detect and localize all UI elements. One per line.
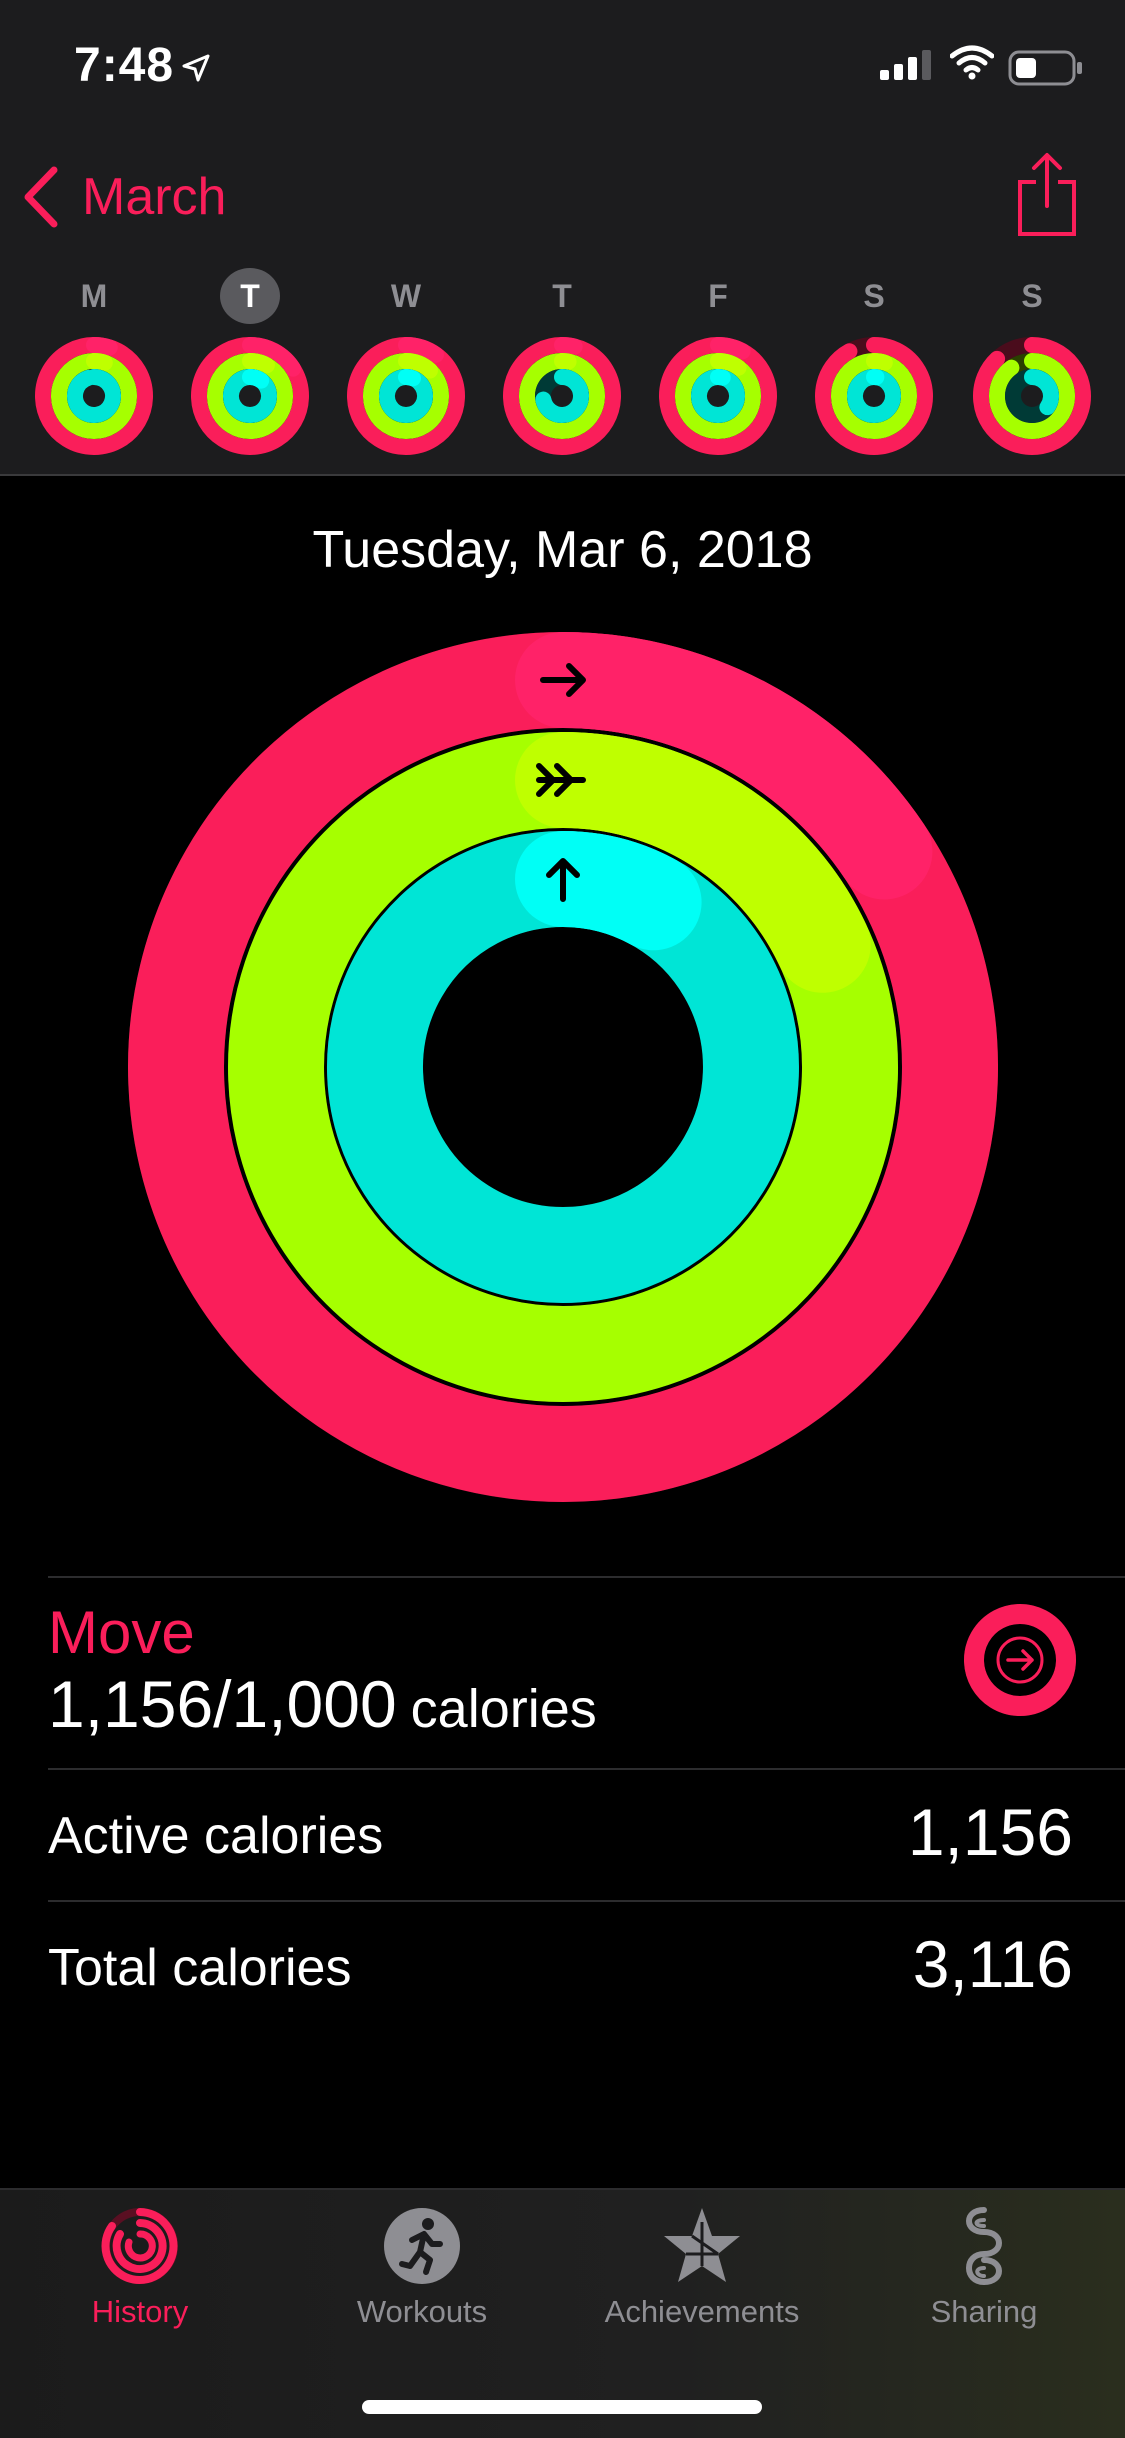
day-activity-rings	[972, 336, 1092, 456]
day-wednesday[interactable]: W	[336, 268, 476, 324]
stand-ring-progress	[75, 377, 113, 415]
stand-ring-overflow	[563, 879, 654, 902]
total-calories-value: 3,116	[913, 1926, 1073, 2002]
activity-rings	[128, 632, 998, 1502]
history-rings-icon	[100, 2206, 180, 2286]
day-label: T	[220, 268, 280, 324]
star-badge-icon	[662, 2206, 742, 2286]
day-tuesday[interactable]: T	[180, 268, 320, 324]
divider	[48, 1576, 1125, 1578]
day-label: W	[376, 268, 436, 324]
move-calories-value: 1,156/1,000	[48, 1667, 397, 1741]
active-calories-value: 1,156	[908, 1794, 1073, 1870]
day-monday[interactable]: M	[24, 268, 164, 324]
stand-ring-overflow	[718, 377, 723, 378]
day-activity-rings	[190, 336, 310, 456]
day-activity-rings	[658, 336, 778, 456]
tab-label: Sharing	[884, 2294, 1084, 2330]
stand-ring-overflow	[406, 377, 413, 378]
tab-label: Achievements	[602, 2294, 802, 2330]
running-figure-icon	[382, 2206, 462, 2286]
arrow-right-icon	[1008, 1651, 1032, 1669]
stand-ring-overflow	[250, 377, 261, 381]
day-saturday[interactable]: S	[804, 268, 944, 324]
battery-icon	[1008, 50, 1084, 86]
home-indicator	[362, 2400, 762, 2414]
move-ring-overflow	[94, 345, 110, 347]
exercise-ring-overflow	[718, 361, 739, 368]
stand-ring-progress	[375, 879, 751, 1255]
day-activity-rings	[814, 336, 934, 456]
chevron-left-icon	[22, 166, 60, 228]
day-activity-rings	[346, 336, 466, 456]
tab-history[interactable]: History	[40, 2206, 240, 2330]
day-activity-rings	[502, 336, 622, 456]
week-strip: M T W T F S S	[0, 268, 1125, 468]
day-label: M	[64, 268, 124, 324]
day-sunday[interactable]: S	[962, 268, 1102, 324]
back-button[interactable]: March	[22, 166, 226, 228]
day-label: T	[532, 268, 592, 324]
move-title: Move	[48, 1598, 195, 1667]
exercise-ring-overflow	[250, 361, 267, 365]
exercise-ring-overflow	[94, 361, 105, 363]
divider	[48, 1768, 1125, 1770]
sharing-icon	[944, 2206, 1024, 2286]
day-label: S	[1002, 268, 1062, 324]
exercise-ring-overflow	[406, 361, 430, 370]
day-activity-rings	[34, 336, 154, 456]
day-label: F	[688, 268, 748, 324]
move-value: 1,156/1,000calories	[48, 1666, 597, 1742]
tab-label: History	[40, 2294, 240, 2330]
total-calories-label: Total calories	[48, 1938, 351, 1998]
divider	[48, 1900, 1125, 1902]
tab-achievements[interactable]: Achievements	[602, 2206, 802, 2330]
status-time: 7:48	[74, 38, 174, 93]
day-label: S	[844, 268, 904, 324]
move-ring-overflow	[562, 345, 575, 347]
tab-workouts[interactable]: Workouts	[322, 2206, 522, 2330]
location-arrow-icon	[180, 52, 212, 84]
move-unit: calories	[411, 1679, 597, 1739]
day-friday[interactable]: F	[648, 268, 788, 324]
active-calories-label: Active calories	[48, 1806, 383, 1866]
cellular-signal-icon	[880, 50, 934, 80]
share-icon[interactable]	[1016, 152, 1078, 238]
move-ring-overflow	[718, 345, 743, 351]
day-thursday[interactable]: T	[492, 268, 632, 324]
selected-date: Tuesday, Mar 6, 2018	[0, 520, 1125, 580]
wifi-icon	[950, 44, 994, 80]
exercise-ring-overflow	[874, 361, 885, 363]
stand-ring-progress	[1032, 377, 1051, 407]
move-detail-button[interactable]	[962, 1602, 1078, 1718]
tab-sharing[interactable]: Sharing	[884, 2206, 1084, 2330]
exercise-ring-overflow	[562, 361, 569, 362]
tab-label: Workouts	[322, 2294, 522, 2330]
back-label: March	[82, 167, 226, 227]
